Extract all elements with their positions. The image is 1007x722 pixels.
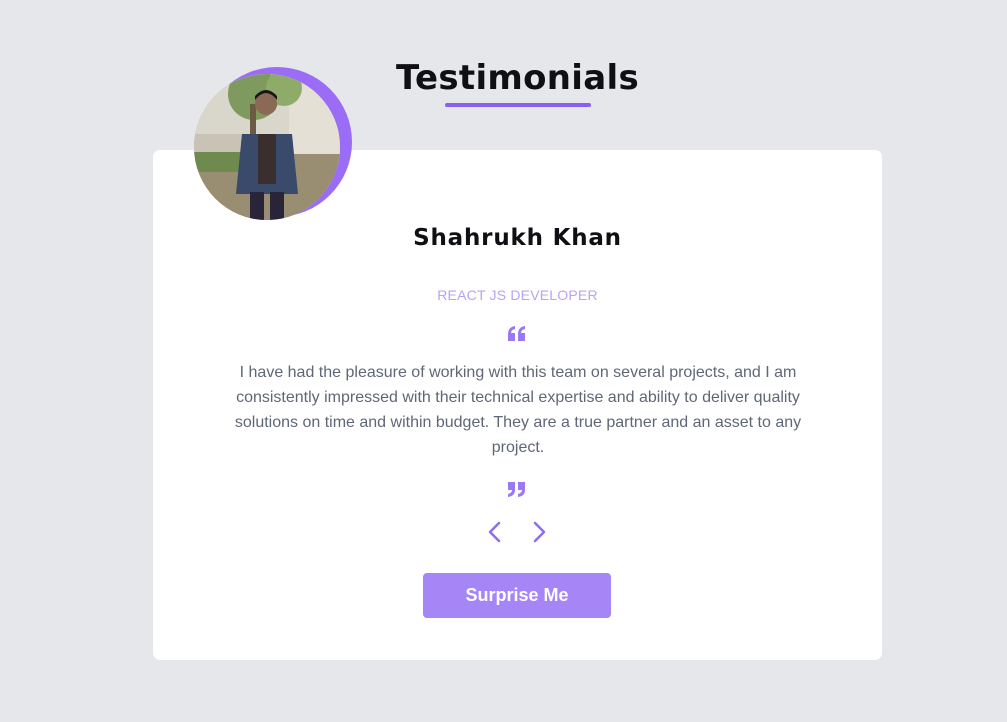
person-job: React JS Developer bbox=[437, 287, 598, 303]
testimonial-text: I have had the pleasure of working with … bbox=[234, 364, 802, 456]
surprise-me-button[interactable]: Surprise Me bbox=[423, 573, 611, 618]
person-name: Shahrukh Khan bbox=[413, 225, 622, 251]
prev-button[interactable] bbox=[483, 520, 507, 544]
avatar-photo bbox=[194, 74, 340, 220]
quote-right-icon bbox=[507, 480, 527, 502]
chevron-left-icon bbox=[488, 521, 501, 543]
title-underline bbox=[445, 103, 591, 107]
page-title: Testimonials bbox=[396, 58, 639, 98]
page: Testimonials Shahrukh Khan React JS Deve… bbox=[0, 0, 1007, 722]
chevron-right-icon bbox=[533, 521, 546, 543]
next-button[interactable] bbox=[527, 520, 551, 544]
quote-left-icon bbox=[507, 325, 527, 347]
avatar bbox=[194, 74, 340, 220]
